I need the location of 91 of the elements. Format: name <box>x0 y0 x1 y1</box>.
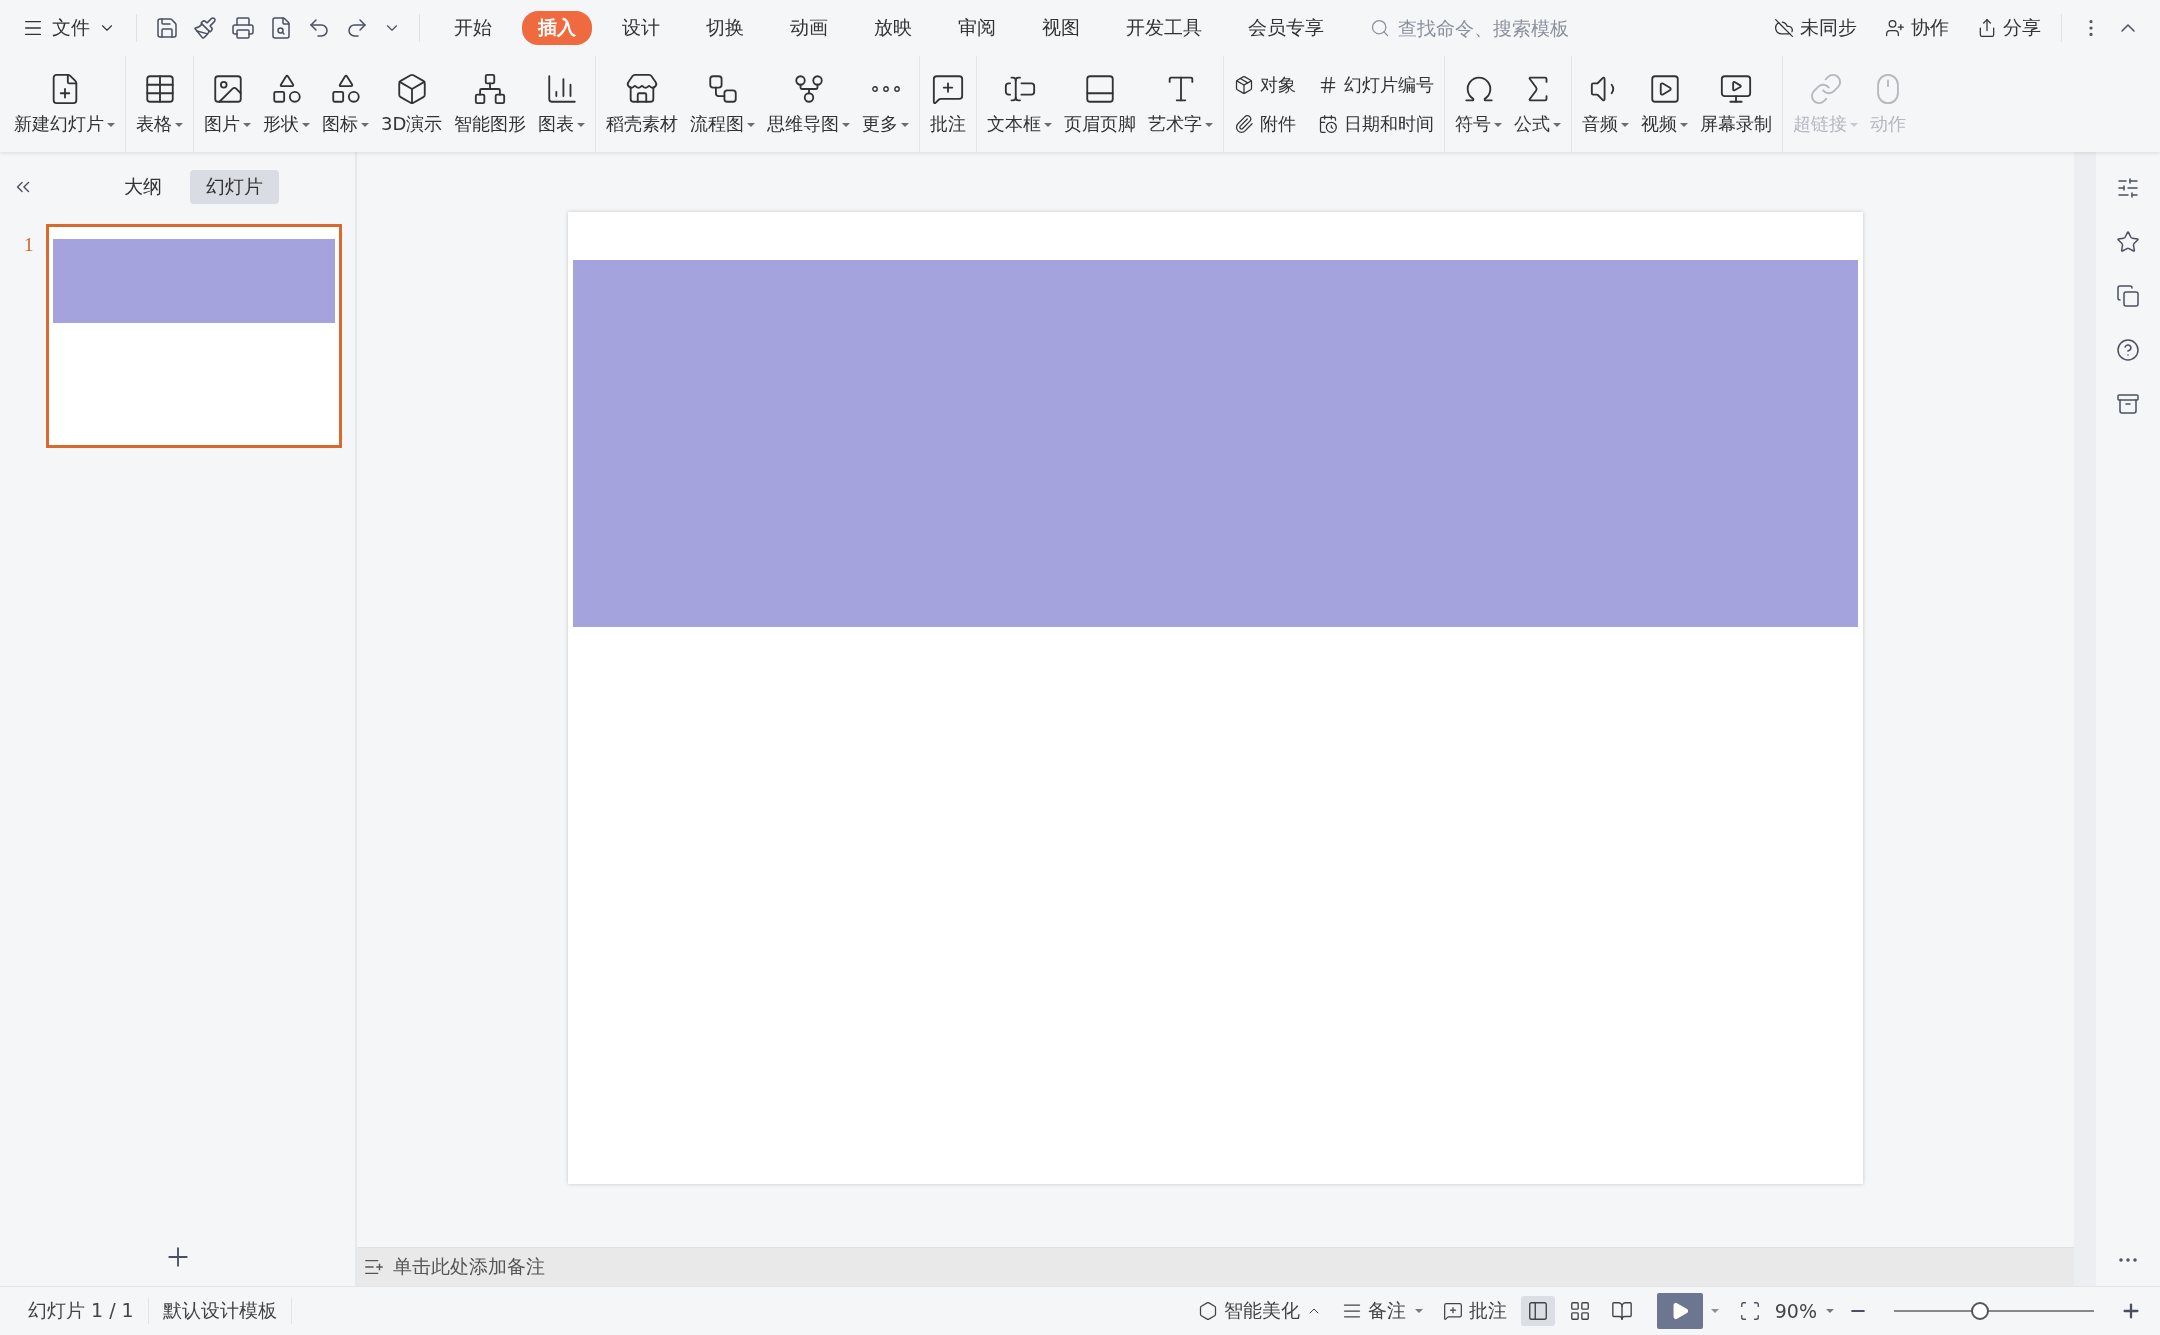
ribbon-tab[interactable]: 设计 <box>606 11 676 45</box>
more-icon <box>871 86 900 92</box>
ribbon-button[interactable]: 表格 <box>130 60 189 148</box>
play-button[interactable] <box>1656 1293 1703 1329</box>
toolbar-action[interactable]: 协作 <box>1879 14 1955 42</box>
caret-icon <box>1205 123 1214 127</box>
ribbon-tab[interactable]: 开始 <box>438 11 508 45</box>
grid-view-icon <box>1568 1300 1591 1322</box>
ribbon-tab[interactable]: 放映 <box>858 11 928 45</box>
notes-field[interactable]: 单击此处添加备注 <box>363 1254 545 1280</box>
ribbon-button[interactable]: 稻壳素材 <box>600 60 685 148</box>
comments-button[interactable]: 批注 <box>1436 1294 1513 1328</box>
paperclip-icon <box>1234 113 1255 134</box>
caret-icon <box>302 123 310 127</box>
book-icon <box>1610 1300 1633 1322</box>
ribbon-button[interactable]: 批注 <box>924 60 973 148</box>
caret-icon <box>1826 1309 1834 1313</box>
ribbon-button[interactable]: 日期和时间 <box>1312 105 1441 142</box>
caret-icon <box>1680 123 1689 127</box>
caret-icon <box>1553 123 1562 127</box>
caret-icon <box>577 123 586 127</box>
caret-icon <box>361 123 369 127</box>
caret-icon <box>747 123 756 127</box>
ribbon-button[interactable]: 附件 <box>1228 105 1303 142</box>
file-menu[interactable]: 文件 <box>16 11 122 45</box>
ribbon-button[interactable]: 视频 <box>1635 60 1695 148</box>
ribbon-button[interactable]: 流程图 <box>684 60 762 148</box>
search-icon <box>1370 18 1390 38</box>
ribbon-tab[interactable]: 会员专享 <box>1232 11 1340 45</box>
template-name[interactable]: 默认设计模板 <box>148 1298 292 1324</box>
caret-icon <box>1621 123 1630 127</box>
search-field[interactable]: 查找命令、搜索模板 <box>1370 16 1600 40</box>
caret-icon <box>107 123 115 127</box>
ribbon-button[interactable]: 新建幻灯片 <box>8 60 121 148</box>
panel-tab[interactable]: 大纲 <box>108 170 178 204</box>
ribbon-button[interactable]: 图表 <box>532 60 592 148</box>
ribbon-button[interactable]: 3D演示 <box>375 60 449 148</box>
ribbon-button[interactable]: 形状 <box>257 60 316 148</box>
ribbon-button[interactable]: 智能图形 <box>448 60 533 148</box>
ribbon-tab[interactable]: 开发工具 <box>1110 11 1218 45</box>
share-icon <box>1977 18 1997 38</box>
slider-thumb[interactable] <box>1971 1302 1989 1320</box>
ribbon-button[interactable]: 图标 <box>316 60 375 148</box>
ribbon-button[interactable]: 对象 <box>1228 66 1303 103</box>
slide-thumbnail[interactable] <box>45 224 342 448</box>
ribbon-button[interactable]: 思维导图 <box>761 60 857 148</box>
ribbon-tab[interactable]: 视图 <box>1026 11 1096 45</box>
ribbon-tab[interactable]: 切换 <box>690 11 760 45</box>
calendar-icon <box>1318 113 1339 134</box>
comment-icon <box>931 72 966 106</box>
user-plus-icon <box>1885 18 1905 38</box>
ribbon-tab[interactable]: 审阅 <box>942 11 1012 45</box>
toolbar-action[interactable]: 未同步 <box>1768 14 1863 42</box>
ribbon-tab[interactable]: 动画 <box>774 11 844 45</box>
caret-icon <box>175 123 183 127</box>
scrollbar[interactable] <box>2074 152 2096 1286</box>
caret-icon <box>1044 123 1053 127</box>
ribbon-button[interactable]: 屏幕录制 <box>1694 60 1779 148</box>
caret-icon <box>901 123 910 127</box>
screen-record-icon <box>1719 72 1754 106</box>
ribbon-button[interactable]: 页眉页脚 <box>1058 60 1143 148</box>
caret-icon <box>842 123 851 127</box>
hexagon-icon <box>1197 1301 1218 1321</box>
slide-count: 幻灯片 1 / 1 <box>14 1298 149 1324</box>
beautify-button[interactable]: 智能美化 <box>1191 1294 1328 1328</box>
ribbon-button[interactable]: 文本框 <box>981 60 1059 148</box>
ribbon-button[interactable]: 公式 <box>1508 60 1568 148</box>
caret-icon <box>1850 123 1859 127</box>
notes-button[interactable]: 备注 <box>1335 1294 1429 1328</box>
caret-icon <box>1710 1309 1719 1313</box>
object-icon <box>1234 74 1255 95</box>
caret-icon <box>1494 123 1503 127</box>
ribbon-button[interactable]: 艺术字 <box>1142 60 1220 148</box>
ribbon-button[interactable]: 幻灯片编号 <box>1312 66 1441 103</box>
view-button[interactable] <box>1520 1296 1555 1326</box>
normal-view-icon <box>1526 1300 1549 1322</box>
toolbar-action[interactable]: 分享 <box>1971 14 2047 42</box>
slide-number: 1 <box>24 234 34 257</box>
panel-tab[interactable]: 幻灯片 <box>190 170 279 204</box>
ribbon-button[interactable]: 音频 <box>1576 60 1636 148</box>
network-icon <box>473 72 508 106</box>
caret-icon <box>243 123 251 127</box>
link-icon <box>1808 72 1843 106</box>
cloud-icon <box>1774 18 1794 38</box>
ribbon-button[interactable]: 图片 <box>198 60 257 148</box>
caret-icon <box>1414 1309 1423 1313</box>
store-icon <box>625 72 660 106</box>
comment-icon <box>1442 1301 1463 1321</box>
ribbon-button[interactable]: 更多 <box>856 60 916 148</box>
zoom-dropdown[interactable]: 90% <box>1768 1296 1840 1326</box>
ribbon-button[interactable]: 符号 <box>1449 60 1509 148</box>
